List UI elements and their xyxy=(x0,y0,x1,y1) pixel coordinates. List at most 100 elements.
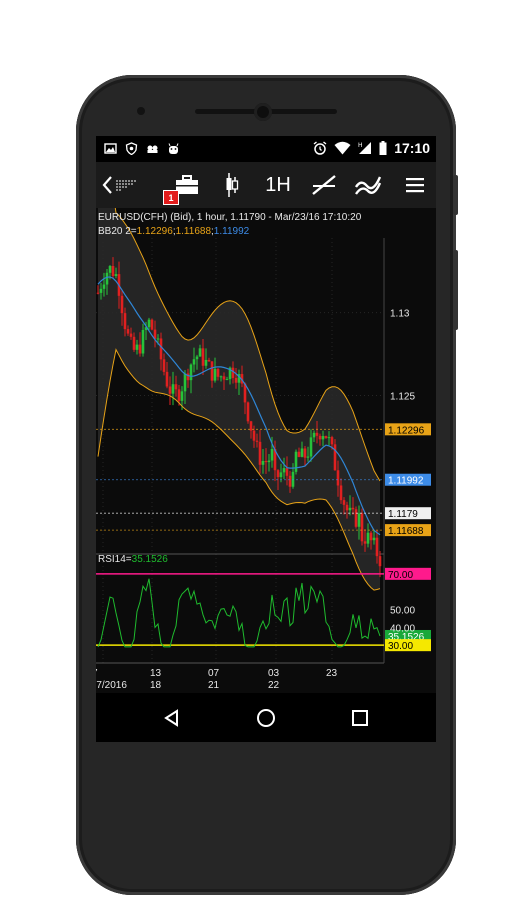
candle-bullish xyxy=(300,448,304,457)
nav-recents-button[interactable] xyxy=(330,693,390,742)
candle-bullish xyxy=(294,451,298,472)
candle-bearish xyxy=(249,421,253,431)
candle-bearish xyxy=(360,513,364,542)
candle-bearish xyxy=(333,444,337,471)
candle-bearish xyxy=(177,389,181,401)
menu-button[interactable] xyxy=(396,162,434,208)
bb-upper-value: 1.12296 xyxy=(136,226,173,237)
chevron-left-icon xyxy=(102,176,136,194)
candle-bearish xyxy=(246,402,250,422)
candle-bearish xyxy=(363,541,367,544)
candle-bullish xyxy=(270,449,274,461)
timeframe-button[interactable]: 1H xyxy=(256,162,300,208)
candle-bearish xyxy=(288,475,292,487)
candle-bullish xyxy=(189,364,193,381)
candle-bearish xyxy=(378,556,382,567)
candle-bearish xyxy=(318,435,322,440)
candle-bullish xyxy=(366,532,370,544)
candle-bearish xyxy=(264,460,268,463)
cloud-people-icon xyxy=(147,145,158,153)
candle-bullish xyxy=(171,384,175,394)
bb-band-fill xyxy=(98,208,380,591)
candle-bearish xyxy=(339,485,343,501)
candle-bullish xyxy=(147,319,151,328)
candle-bullish xyxy=(99,288,103,293)
candle-bearish xyxy=(324,436,328,439)
candle-bearish xyxy=(369,532,373,541)
candle-bearish xyxy=(126,329,130,334)
price-tick-label: 1.13 xyxy=(390,309,410,320)
candle-bullish xyxy=(192,359,196,365)
candle-bullish xyxy=(225,379,229,381)
candle-bullish xyxy=(105,272,109,285)
candle-bearish xyxy=(297,451,301,457)
price-chart[interactable]: 1.13 1.125 1.12296 1.11992 1.1179 1.11688 70.… xyxy=(96,208,436,693)
notification-badge: 1 xyxy=(163,190,179,205)
home-circle-icon xyxy=(257,708,275,727)
nav-home-button[interactable] xyxy=(236,693,296,742)
rsi-marker-label: 70.00 xyxy=(388,570,413,581)
rsi-tick-label: 40.00 xyxy=(390,623,415,634)
candle-bullish xyxy=(102,284,106,289)
candle-bearish xyxy=(168,386,172,394)
candle-bearish xyxy=(132,336,136,350)
time-label-bottom: /17/2016 xyxy=(96,680,127,691)
candle-bearish xyxy=(96,292,100,294)
candle-bearish xyxy=(315,432,319,436)
rsi-marker-label: 30.00 xyxy=(388,641,413,652)
chart-canvas[interactable]: 1.13 1.125 1.12296 1.11992 1.1179 1.11688 70.… xyxy=(96,208,436,693)
nav-back-button[interactable] xyxy=(142,693,202,742)
candle-bullish xyxy=(135,344,139,350)
back-triangle-icon xyxy=(164,708,178,727)
candle-bullish xyxy=(267,460,271,463)
candle-bullish xyxy=(156,338,160,340)
candle-bearish xyxy=(138,344,142,354)
candle-bearish xyxy=(222,376,226,380)
candle-bearish xyxy=(375,537,379,557)
wifi-icon xyxy=(334,141,351,155)
shield-icon xyxy=(125,142,138,155)
candle-bearish xyxy=(303,448,307,458)
candle-bullish xyxy=(327,437,331,439)
status-bar: H 17:10 xyxy=(96,136,436,162)
draw-tool-button[interactable] xyxy=(304,162,344,208)
candle-bullish xyxy=(282,468,286,473)
app-toolbar: 1 1H xyxy=(96,162,436,208)
candle-bearish xyxy=(123,313,127,330)
time-label-top: 23 xyxy=(326,668,338,679)
bb-name: BB20 2= xyxy=(98,226,137,237)
candle-bearish xyxy=(252,430,256,441)
price-marker-label: 1.11992 xyxy=(388,476,424,487)
chart-title: EURUSD(CFH) (Bid), 1 hour, 1.11790 - Mar… xyxy=(98,212,362,223)
candle-bearish xyxy=(351,507,355,510)
price-marker-label: 1.11688 xyxy=(388,526,424,537)
bb-lower-value: 1.11992 xyxy=(213,226,250,237)
price-tick-label: 1.125 xyxy=(390,392,415,403)
indicator-icon xyxy=(354,176,382,195)
rsi-indicator-label: RSI14=35.1526 xyxy=(98,554,168,565)
price-marker-label: 1.1179 xyxy=(388,509,418,520)
candle-bullish xyxy=(348,507,352,511)
candle-bearish xyxy=(342,500,346,505)
volume-button xyxy=(453,175,458,215)
candle-bullish xyxy=(312,432,316,438)
candle-bearish xyxy=(345,504,349,511)
candle-bearish xyxy=(258,441,262,465)
candle-bullish xyxy=(372,537,376,541)
candle-bullish xyxy=(114,274,118,276)
bb-middle-value: 1.11688 xyxy=(175,226,211,237)
cell-signal-icon: H xyxy=(358,142,372,154)
chart-type-button[interactable] xyxy=(212,162,252,208)
candle-bearish xyxy=(276,470,280,478)
line-draw-icon xyxy=(312,175,336,195)
price-marker-label: 1.12296 xyxy=(388,425,425,436)
indicators-button[interactable] xyxy=(348,162,388,208)
candle-bearish xyxy=(234,377,238,383)
time-label-top: 13 xyxy=(150,668,162,679)
candle-bullish xyxy=(321,436,325,440)
back-button[interactable] xyxy=(98,162,144,208)
candle-bullish xyxy=(261,460,265,465)
bb-indicator-label: BB20 2=1.12296;1.11688;1.11992 xyxy=(98,226,249,237)
android-nav-bar xyxy=(96,693,436,742)
rsi-tick-label: 50.00 xyxy=(390,606,415,617)
